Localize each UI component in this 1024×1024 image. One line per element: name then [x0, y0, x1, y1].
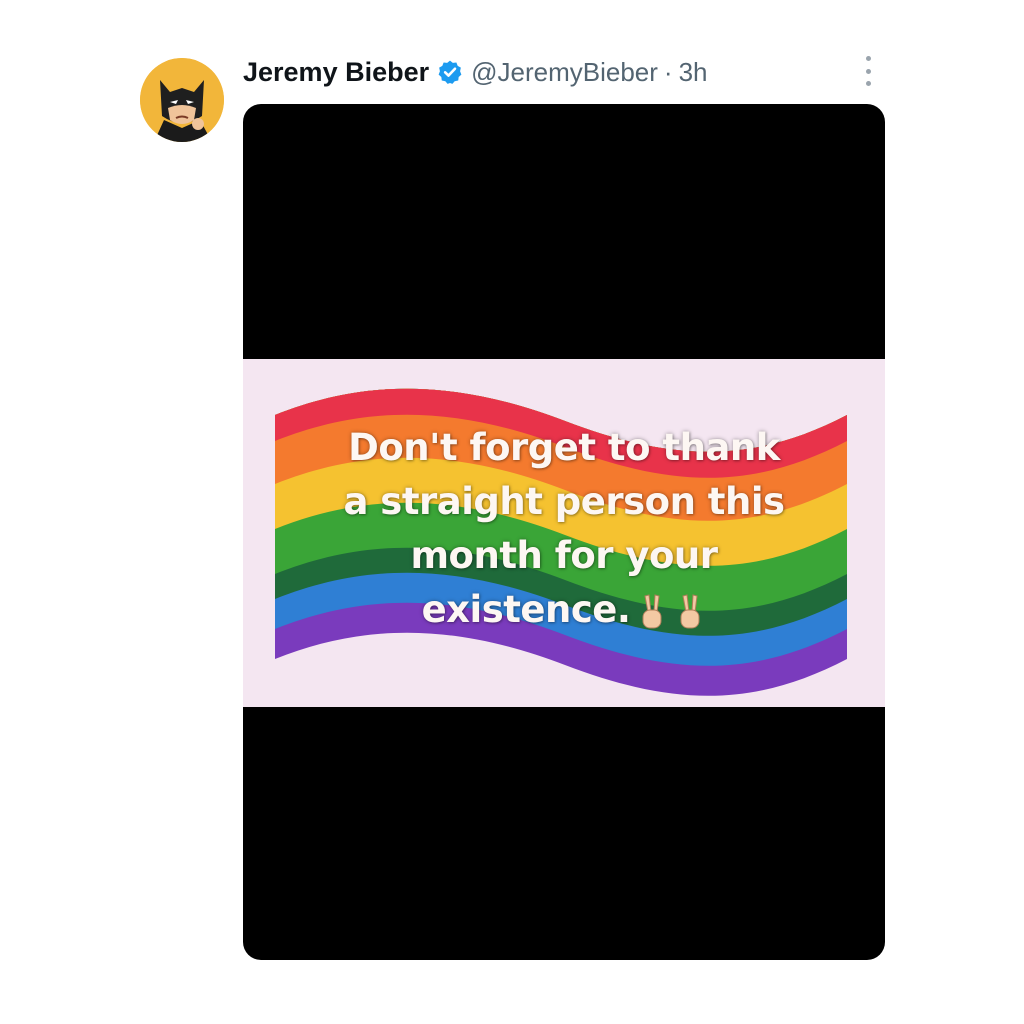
caption-line: a straight person this — [343, 480, 785, 523]
caption-line-last: existence. — [243, 583, 885, 637]
batman-avatar-icon — [140, 58, 224, 142]
tweet-timestamp[interactable]: 3h — [679, 57, 708, 88]
tweet-media[interactable]: Don't forget to thank a straight person … — [243, 104, 885, 960]
more-dot — [865, 68, 871, 74]
more-dot — [865, 56, 871, 61]
peace-hand-icon — [674, 592, 706, 632]
author-name[interactable]: Jeremy Bieber — [243, 57, 429, 88]
verified-badge-icon — [437, 59, 463, 85]
caption-line: Don't forget to thank — [348, 426, 780, 469]
meme-image: Don't forget to thank a straight person … — [243, 359, 885, 707]
author-handle[interactable]: @JeremyBieber — [471, 57, 658, 88]
avatar[interactable] — [140, 58, 224, 142]
more-options-icon[interactable] — [858, 56, 878, 86]
caption-line: month for your — [410, 534, 719, 577]
caption-line-text: existence. — [421, 588, 631, 631]
more-dot — [865, 81, 871, 86]
separator-dot: · — [663, 56, 673, 87]
meme-caption: Don't forget to thank a straight person … — [243, 421, 885, 637]
peace-hand-icon — [636, 592, 668, 632]
tweet-header: Jeremy Bieber @JeremyBieber · 3h — [243, 52, 708, 92]
tweet-card: Jeremy Bieber @JeremyBieber · 3h Don't f… — [0, 0, 1024, 1024]
